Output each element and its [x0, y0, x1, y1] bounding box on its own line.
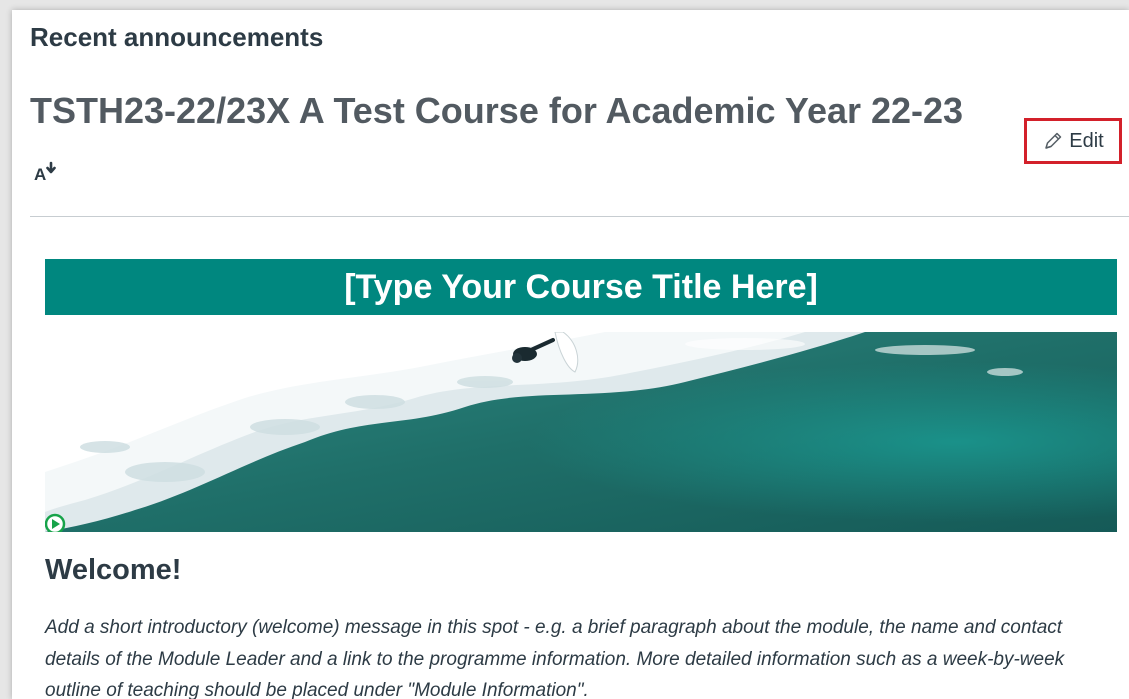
svg-text:A: A	[34, 165, 46, 184]
recent-announcements-heading: Recent announcements	[30, 22, 324, 52]
edit-button-label: Edit	[1069, 129, 1104, 152]
intro-paragraph: Add a short introductory (welcome) messa…	[45, 617, 1065, 699]
course-banner: [Type Your Course Title Here]	[45, 259, 1117, 315]
header-divider	[30, 216, 1129, 217]
course-home-panel: Recent announcements TSTH23-22/23X A Tes…	[12, 10, 1129, 699]
edit-button[interactable]: Edit	[1024, 118, 1122, 164]
banner-title: [Type Your Course Title Here]	[344, 267, 818, 306]
immersive-reader-icon[interactable]: A	[34, 160, 64, 184]
play-icon[interactable]	[45, 513, 66, 532]
hero-image	[45, 332, 1117, 532]
welcome-heading: Welcome!	[45, 554, 182, 586]
course-title: TSTH23-22/23X A Test Course for Academic…	[30, 90, 964, 131]
pencil-icon	[1045, 132, 1062, 149]
